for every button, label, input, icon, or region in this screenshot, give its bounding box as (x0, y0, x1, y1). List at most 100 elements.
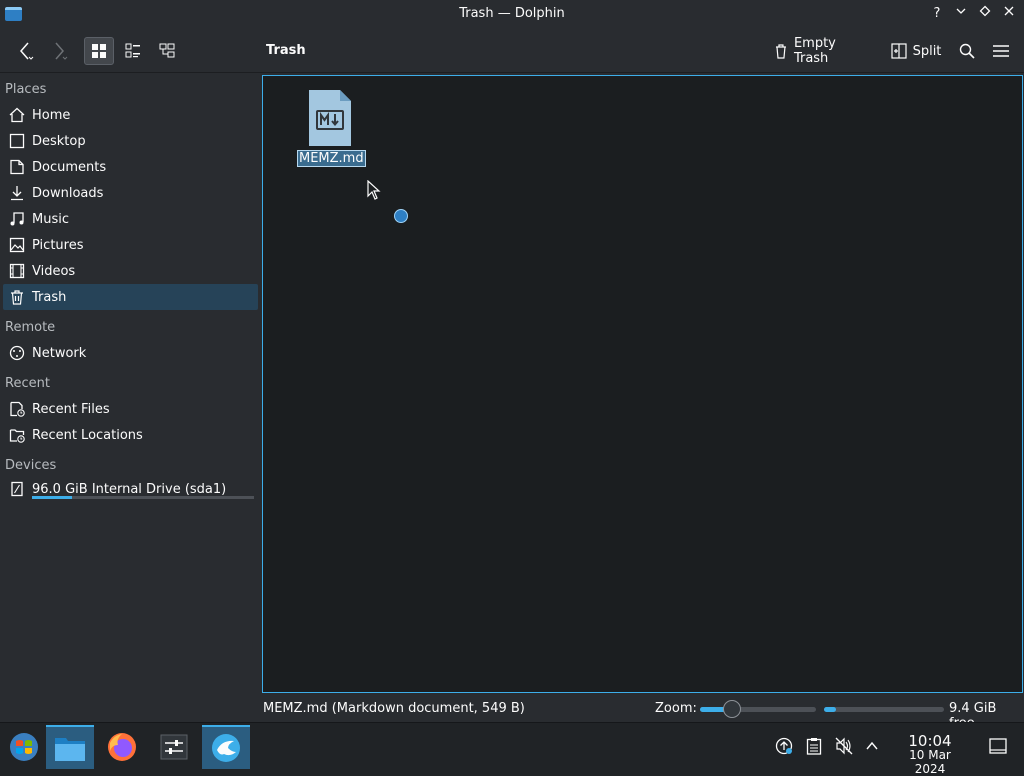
show-desktop-icon[interactable] (988, 736, 1008, 756)
sidebar-item-label: Recent Locations (32, 427, 143, 443)
remote-section-header: Remote (5, 320, 56, 335)
details-view-button[interactable] (118, 37, 148, 65)
recent-locations-icon (8, 426, 26, 444)
sidebar-item-label: Network (32, 345, 87, 361)
network-icon (8, 344, 26, 362)
window-title: Trash — Dolphin (459, 6, 565, 21)
sidebar-item-label: Downloads (32, 185, 104, 201)
devices-section-header: Devices (5, 458, 57, 473)
downloads-icon (8, 184, 26, 202)
minimize-icon[interactable] (952, 5, 970, 23)
firefox-icon (108, 733, 136, 761)
mouse-cursor-icon (367, 180, 381, 200)
icons-view-button[interactable] (84, 37, 114, 65)
split-button[interactable]: Split (886, 37, 946, 65)
drive-usage-fill (32, 496, 72, 499)
breadcrumb[interactable]: Trash (266, 43, 306, 58)
taskbar: 10:04 10 Mar 2024 (0, 722, 1024, 776)
trash-icon (8, 288, 26, 306)
pictures-icon (8, 236, 26, 254)
places-section-header: Places (5, 82, 47, 97)
desktop-icon (8, 132, 26, 150)
dolphin-window: Trash — Dolphin ? Trash Empty Trash Spli… (0, 0, 1024, 731)
sidebar-item-pictures[interactable]: Pictures (3, 232, 258, 258)
zoom-label: Zoom: (655, 701, 697, 716)
split-view-icon (890, 43, 907, 59)
mixer-task[interactable] (150, 725, 198, 769)
file-name[interactable]: MEMZ.md (297, 150, 366, 167)
videos-icon (8, 262, 26, 280)
icons-view-icon (92, 44, 106, 58)
places-panel: Places Home Desktop Documents Downloads … (0, 74, 260, 694)
file-view[interactable]: MEMZ.md (262, 75, 1023, 693)
sidebar-item-label: Trash (32, 289, 67, 305)
mixer-icon (160, 734, 188, 760)
search-icon (959, 43, 975, 59)
start-menu-button[interactable] (0, 725, 48, 769)
recent-section-header: Recent (5, 376, 50, 391)
sidebar-item-label: Desktop (32, 133, 86, 149)
sidebar-item-label: Pictures (32, 237, 84, 253)
free-space-fill (824, 707, 836, 712)
sidebar-item-recent-locations[interactable]: Recent Locations (3, 422, 258, 448)
toolbar: Trash Empty Trash Split (0, 29, 1024, 73)
sidebar-item-label: Music (32, 211, 69, 227)
start-menu-icon (10, 733, 38, 761)
trash-icon (775, 44, 786, 59)
free-space-bar (824, 707, 944, 712)
drive-usage-bar (32, 496, 254, 499)
tree-view-icon (159, 43, 175, 58)
recent-files-icon (8, 400, 26, 418)
status-bar: MEMZ.md (Markdown document, 549 B) Zoom:… (0, 695, 1024, 731)
file-manager-task[interactable] (46, 725, 94, 769)
menu-button[interactable] (988, 37, 1014, 65)
tray-expand-icon[interactable] (862, 736, 882, 756)
sidebar-item-music[interactable]: Music (3, 206, 258, 232)
sidebar-item-recent-files[interactable]: Recent Files (3, 396, 258, 422)
status-info: MEMZ.md (Markdown document, 549 B) (263, 701, 525, 716)
sidebar-item-downloads[interactable]: Downloads (3, 180, 258, 206)
empty-trash-label: Empty Trash (793, 36, 836, 66)
search-button[interactable] (954, 37, 980, 65)
sidebar-item-home[interactable]: Home (3, 102, 258, 128)
hamburger-menu-icon (993, 45, 1009, 57)
updates-tray-icon[interactable] (774, 736, 794, 756)
home-icon (8, 106, 26, 124)
title-bar[interactable]: Trash — Dolphin ? (0, 0, 1024, 29)
zoom-slider-handle[interactable] (723, 700, 742, 718)
sidebar-item-label: Videos (32, 263, 76, 279)
split-label: Split (912, 43, 942, 59)
details-view-icon (125, 43, 140, 58)
documents-icon (8, 158, 26, 176)
forward-button[interactable] (46, 37, 72, 65)
help-icon[interactable]: ? (928, 5, 946, 23)
close-icon[interactable] (1000, 5, 1018, 23)
sidebar-item-network[interactable]: Network (3, 340, 258, 366)
sidebar-item-trash[interactable]: Trash (3, 284, 258, 310)
firefox-task[interactable] (98, 725, 146, 769)
dolphin-icon (212, 734, 240, 762)
sidebar-item-label: Documents (32, 159, 107, 175)
sidebar-item-documents[interactable]: Documents (3, 154, 258, 180)
sidebar-item-label: Home (32, 107, 71, 123)
file-manager-icon (55, 738, 85, 761)
back-arrow-icon (20, 42, 34, 60)
volume-muted-tray-icon[interactable] (834, 736, 854, 756)
sidebar-item-label: Recent Files (32, 401, 110, 417)
sidebar-item-desktop[interactable]: Desktop (3, 128, 258, 154)
clock-date[interactable]: 10 Mar 2024 (892, 748, 968, 776)
zoom-slider[interactable] (700, 707, 816, 712)
empty-trash-button[interactable]: Empty Trash (774, 36, 874, 66)
clipboard-tray-icon[interactable] (804, 736, 824, 756)
drive-icon (8, 480, 26, 498)
markdown-file-icon (309, 90, 351, 146)
busy-indicator-icon (394, 209, 408, 223)
sidebar-item-label: 96.0 GiB Internal Drive (sda1) (32, 481, 227, 497)
tree-view-button[interactable] (152, 37, 182, 65)
dolphin-task[interactable] (202, 725, 250, 769)
forward-arrow-icon (55, 42, 68, 60)
maximize-icon[interactable] (976, 5, 994, 23)
sidebar-item-videos[interactable]: Videos (3, 258, 258, 284)
music-icon (8, 210, 26, 228)
back-button[interactable] (12, 37, 38, 65)
